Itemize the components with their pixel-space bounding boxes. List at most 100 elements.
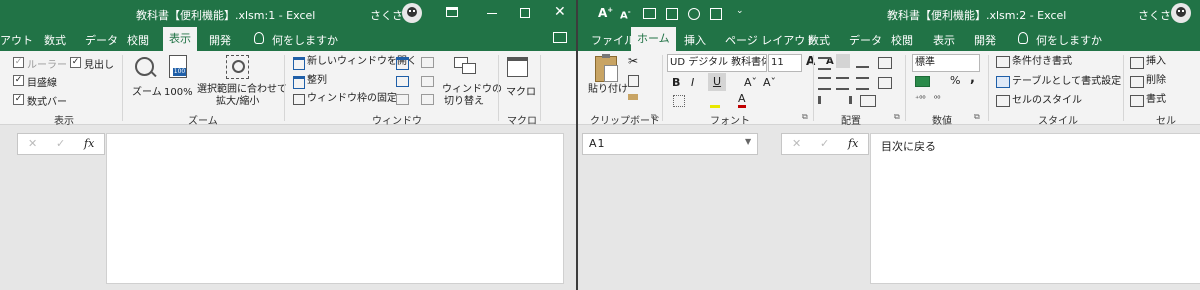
cancel-icon[interactable]: ✕ xyxy=(792,137,801,150)
tab-review[interactable]: 校閲 xyxy=(891,32,913,48)
dialog-launcher-icon[interactable]: ⧉ xyxy=(802,112,808,122)
format-painter-icon[interactable] xyxy=(628,94,638,100)
split-icon[interactable] xyxy=(396,57,409,70)
dialog-launcher-icon[interactable]: ⧉ xyxy=(651,112,657,122)
ruler-checkbox[interactable]: ✓ xyxy=(13,57,24,68)
number-format-box[interactable]: 標準 xyxy=(912,54,980,72)
formula-input[interactable]: 目次に戻る xyxy=(870,133,1200,284)
enter-icon[interactable]: ✓ xyxy=(56,137,65,150)
tab-data[interactable]: データ xyxy=(85,32,118,48)
close-icon[interactable]: ✕ xyxy=(554,5,566,19)
zoom-to-selection-button[interactable]: 選択範囲に合わせて xyxy=(197,84,287,96)
dialog-launcher-icon[interactable]: ⧉ xyxy=(974,112,980,122)
hide-icon[interactable] xyxy=(396,76,409,87)
tab-page-layout[interactable]: ページ レイアウト xyxy=(725,32,816,48)
tell-me-box[interactable]: 何をしますか xyxy=(272,32,338,48)
orientation-icon[interactable] xyxy=(860,95,876,107)
dialog-launcher-icon[interactable]: ⧉ xyxy=(894,112,900,122)
underline-button[interactable]: U xyxy=(708,73,726,91)
decrease-indent-icon[interactable] xyxy=(818,96,834,104)
font-color-alt-icon[interactable]: Aˇ xyxy=(763,76,776,89)
decrease-decimal-icon[interactable]: ⁰⁰ xyxy=(934,94,940,103)
increase-decrease-font-icon[interactable]: Aˇ xyxy=(744,76,757,89)
ribbon-display-options-icon[interactable] xyxy=(446,7,458,17)
middle-align-icon[interactable] xyxy=(836,54,850,68)
format-cells-button[interactable]: 書式 xyxy=(1146,94,1166,106)
freeze-panes-button[interactable]: ウィンドウ枠の固定 xyxy=(307,93,397,105)
rectangle-shape-icon[interactable] xyxy=(710,8,722,20)
minimize-icon[interactable] xyxy=(487,13,497,14)
increase-indent-icon[interactable] xyxy=(836,96,852,104)
wrap-text-icon[interactable] xyxy=(878,57,892,69)
increase-font-icon[interactable]: A+ xyxy=(598,6,613,20)
circle-shape-icon[interactable] xyxy=(688,8,700,20)
tab-page-layout[interactable]: アウト xyxy=(0,32,33,48)
chevron-down-icon[interactable]: ▼ xyxy=(745,137,751,146)
fill-color-icon[interactable] xyxy=(710,95,720,108)
delete-cells-button[interactable]: 削除 xyxy=(1146,75,1166,87)
insert-function-icon[interactable]: fx xyxy=(84,137,94,150)
cancel-icon[interactable]: ✕ xyxy=(28,137,37,150)
tab-developer[interactable]: 開発 xyxy=(974,32,996,48)
headings-checkbox[interactable]: ✓ xyxy=(70,57,81,68)
align-center-icon[interactable] xyxy=(836,77,849,90)
italic-button[interactable]: I xyxy=(691,76,694,89)
bottom-align-icon[interactable] xyxy=(856,57,869,68)
top-align-icon[interactable] xyxy=(818,57,831,70)
tab-view[interactable]: 表示 xyxy=(163,27,197,51)
decrease-font-icon[interactable]: A- xyxy=(620,8,631,21)
tab-developer[interactable]: 開発 xyxy=(209,32,231,48)
reset-window-position-icon[interactable] xyxy=(421,94,434,105)
tab-view[interactable]: 表示 xyxy=(933,32,955,48)
tab-formulas[interactable]: 数式 xyxy=(808,32,830,48)
synchronous-scrolling-icon[interactable] xyxy=(421,76,434,87)
tab-review[interactable]: 校閲 xyxy=(127,32,149,48)
arrange-all-button[interactable]: 整列 xyxy=(307,75,327,87)
copy-icon[interactable] xyxy=(628,75,639,87)
merge-center-icon[interactable] xyxy=(878,77,892,89)
insert-cells-button[interactable]: 挿入 xyxy=(1146,56,1166,68)
tab-data[interactable]: データ xyxy=(849,32,882,48)
shape-icon[interactable] xyxy=(666,8,678,20)
zoom-100-button[interactable]: 100% xyxy=(164,87,193,99)
accounting-format-icon[interactable] xyxy=(915,76,930,87)
tab-file[interactable]: ファイル xyxy=(591,32,635,48)
font-name-box[interactable]: UD デジタル 教科書体 xyxy=(667,54,767,72)
cell-styles-button[interactable]: セルのスタイル xyxy=(1012,95,1082,107)
tab-formulas[interactable]: 数式 xyxy=(44,32,66,48)
form-icon[interactable] xyxy=(643,8,656,19)
tab-insert[interactable]: 挿入 xyxy=(684,32,706,48)
gridlines-checkbox[interactable]: ✓ xyxy=(13,75,24,86)
formula-bar-checkbox[interactable]: ✓ xyxy=(13,94,24,105)
cut-icon[interactable]: ✂ xyxy=(628,54,638,68)
formula-input[interactable] xyxy=(106,133,564,284)
avatar[interactable] xyxy=(402,3,422,23)
zoom-button[interactable]: ズーム xyxy=(132,87,162,99)
name-box[interactable]: A1 ▼ xyxy=(582,133,758,155)
insert-function-icon[interactable]: fx xyxy=(848,137,858,150)
conditional-formatting-button[interactable]: 条件付き書式 xyxy=(1012,56,1072,68)
align-left-icon[interactable] xyxy=(818,77,831,90)
bold-button[interactable]: B xyxy=(672,76,680,89)
unhide-icon[interactable] xyxy=(396,94,409,105)
paste-button[interactable]: 貼り付け xyxy=(588,84,628,96)
enter-icon[interactable]: ✓ xyxy=(820,137,829,150)
customize-toolbar-icon[interactable]: ⌄ xyxy=(736,6,744,16)
increase-decimal-icon[interactable]: ⁺⁰⁰ xyxy=(915,94,926,103)
align-right-icon[interactable] xyxy=(856,77,869,90)
maximize-icon[interactable] xyxy=(520,8,530,18)
avatar[interactable] xyxy=(1171,3,1191,23)
comments-icon[interactable] xyxy=(553,32,567,43)
font-size-box[interactable]: 11 xyxy=(768,54,802,72)
tell-me-box[interactable]: 何をしますか xyxy=(1036,32,1102,48)
comma-style-button[interactable]: , xyxy=(970,71,975,86)
font-color-icon[interactable]: A xyxy=(738,93,746,108)
switch-windows-button[interactable]: ウィンドウの xyxy=(442,84,502,96)
borders-icon[interactable] xyxy=(673,95,685,107)
new-window-icon xyxy=(293,57,305,70)
format-as-table-button[interactable]: テーブルとして書式設定 xyxy=(1012,76,1121,88)
macros-button[interactable]: マクロ xyxy=(506,87,536,99)
view-side-by-side-icon[interactable] xyxy=(421,57,434,68)
percent-style-button[interactable]: % xyxy=(950,74,960,87)
tab-home[interactable]: ホーム xyxy=(631,27,676,51)
